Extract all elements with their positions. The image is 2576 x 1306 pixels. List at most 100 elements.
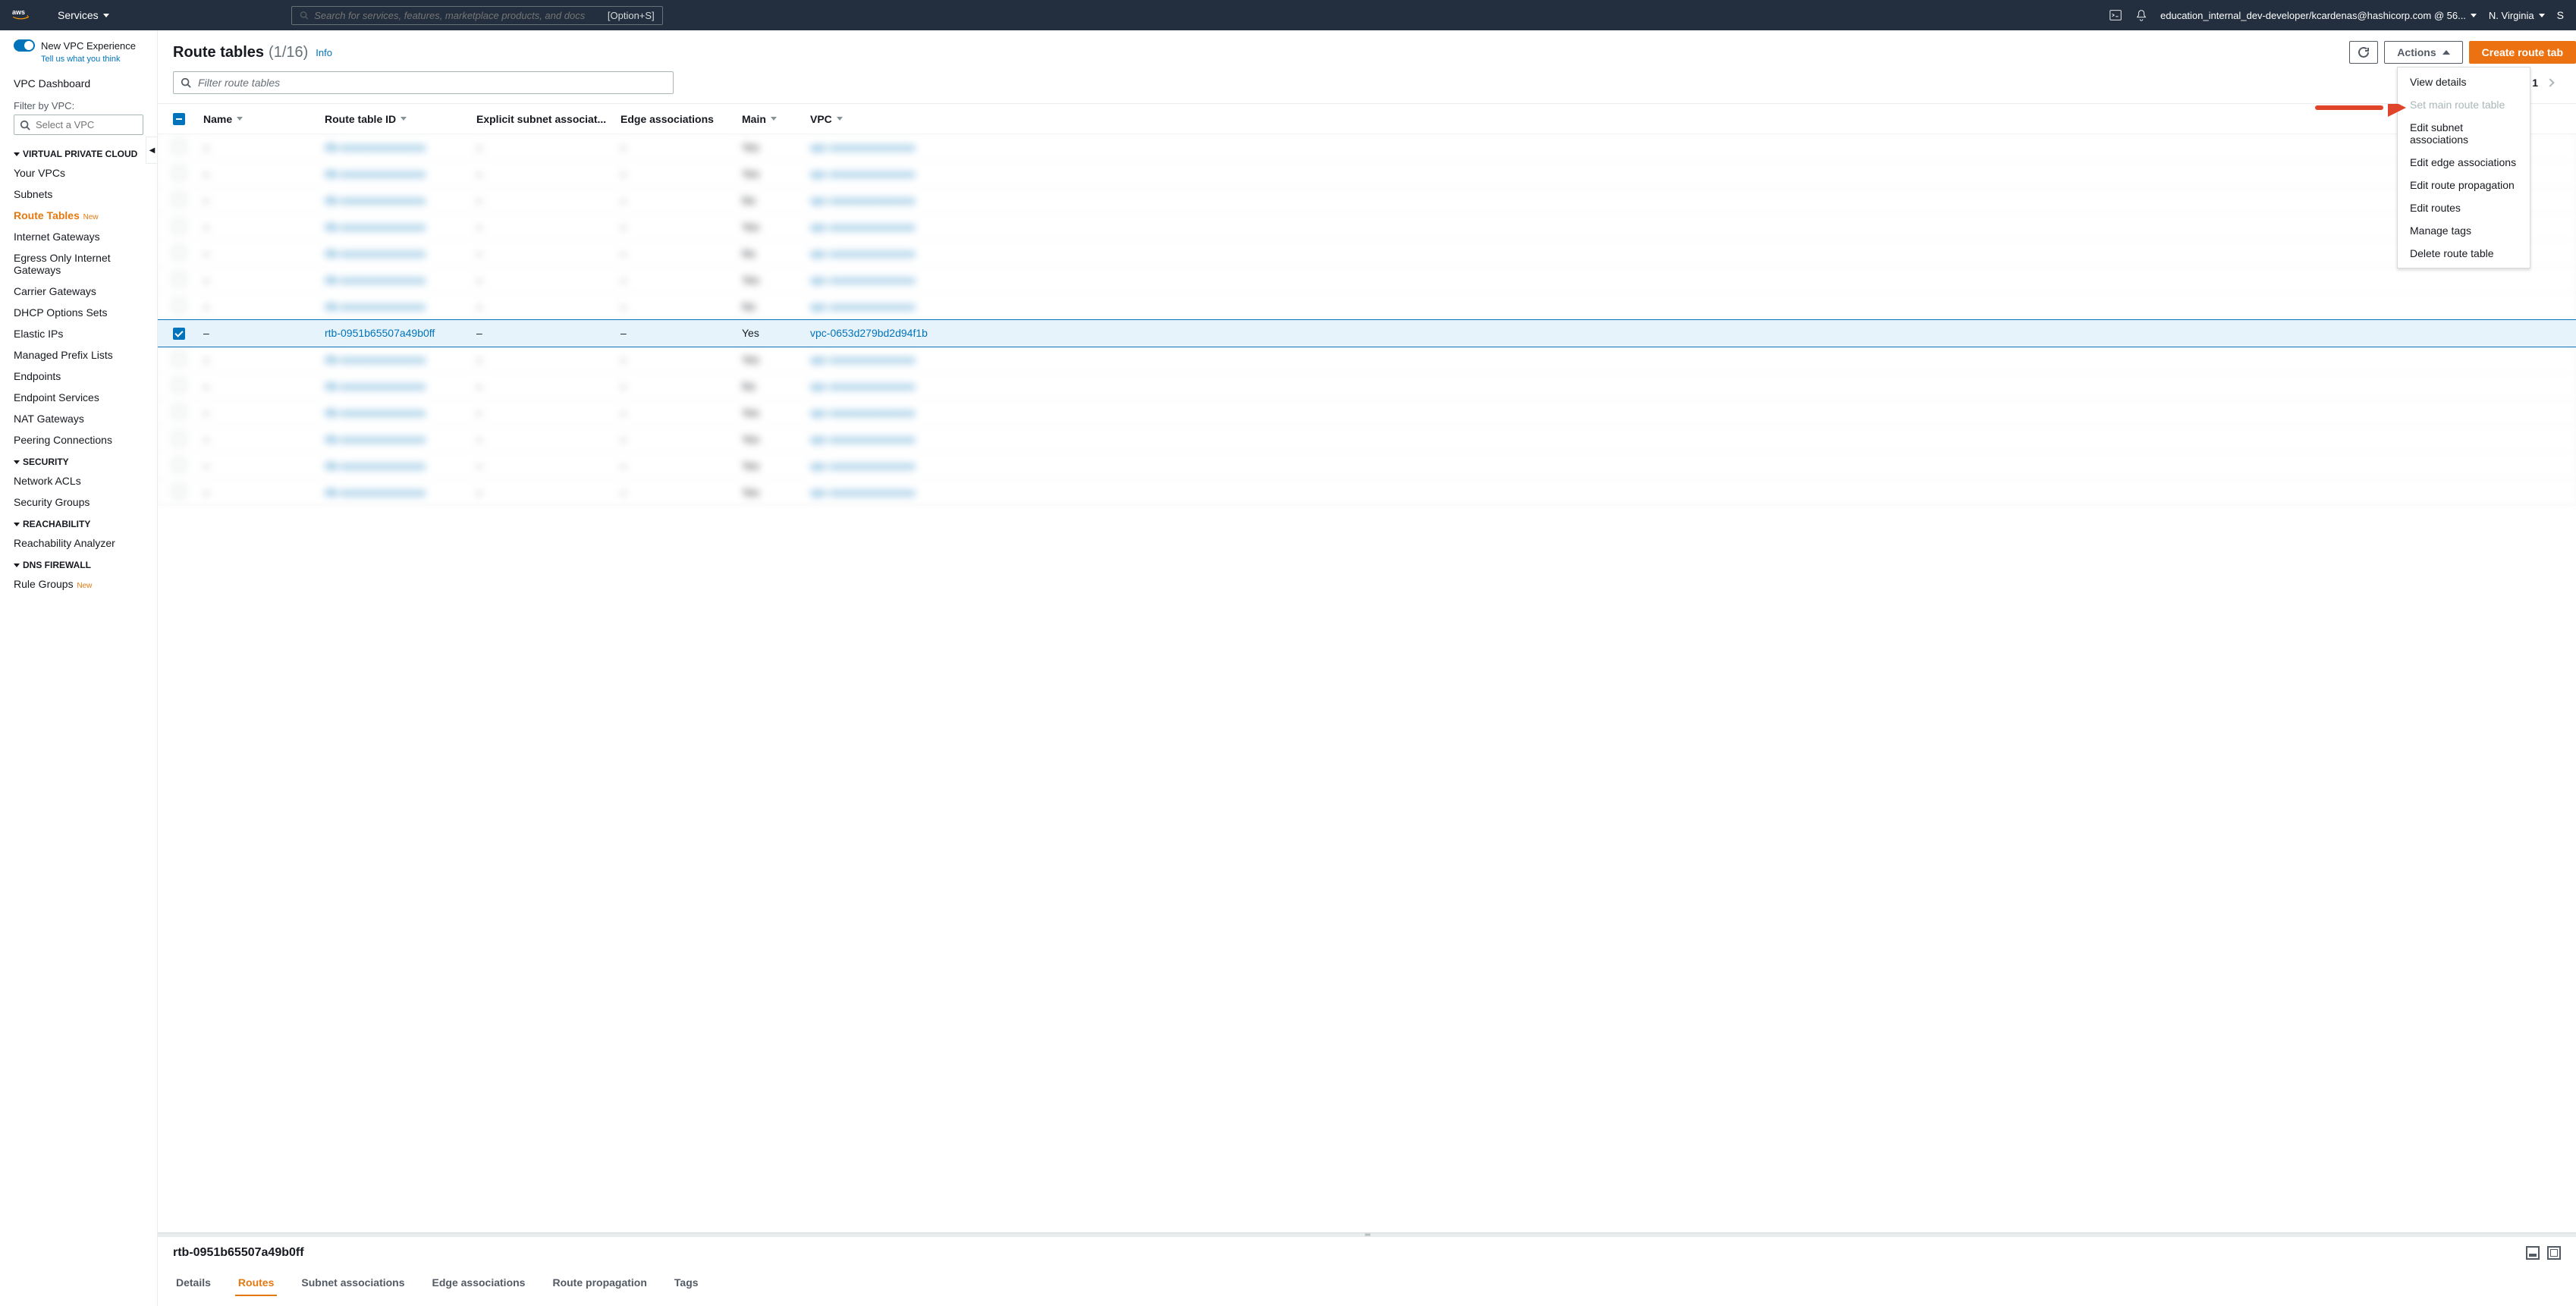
col-main[interactable]: Main [742,113,810,125]
cloudshell-icon[interactable] [2109,8,2122,22]
tab-route-propagation[interactable]: Route propagation [549,1270,649,1295]
sidebar-item-endpoint-services[interactable]: Endpoint Services [0,387,157,408]
tab-edge-associations[interactable]: Edge associations [429,1270,529,1295]
cell-name: – [203,327,325,339]
table-row[interactable]: –rtb-xxxxxxxxxxxxxxxx––Yesvpc-xxxxxxxxxx… [158,400,2576,426]
table-row[interactable]: –rtb-xxxxxxxxxxxxxxxx––Yesvpc-xxxxxxxxxx… [158,267,2576,294]
tab-details[interactable]: Details [173,1270,214,1295]
filter-vpc-label: Filter by VPC: [0,94,157,115]
col-edge-assoc[interactable]: Edge associations [620,113,742,125]
action-edit-route-propagation[interactable]: Edit route propagation [2398,174,2530,196]
global-search[interactable]: [Option+S] [291,6,663,25]
vpc-filter-input[interactable] [14,115,143,135]
page-number: 1 [2532,77,2538,89]
maximize-panel-button[interactable] [2547,1246,2561,1260]
sidebar-item-internet-gateways[interactable]: Internet Gateways [0,226,157,247]
info-link[interactable]: Info [316,47,332,58]
global-header: aws Services [Option+S] education_intern… [0,0,2576,30]
action-edit-routes[interactable]: Edit routes [2398,196,2530,219]
tab-tags[interactable]: Tags [671,1270,702,1295]
sidebar-item-carrier-gateways[interactable]: Carrier Gateways [0,281,157,302]
sidebar-item-dashboard[interactable]: VPC Dashboard [0,73,157,94]
sidebar-item-dhcp[interactable]: DHCP Options Sets [0,302,157,323]
action-edit-subnet-assoc[interactable]: Edit subnet associations [2398,116,2530,151]
minimize-panel-button[interactable] [2526,1246,2540,1260]
create-route-table-button[interactable]: Create route tab [2469,41,2576,64]
feedback-link[interactable]: Tell us what you think [0,55,157,73]
next-page-button[interactable] [2546,78,2554,86]
sidebar-item-egress-gateways[interactable]: Egress Only Internet Gateways [0,247,157,281]
tab-subnet-associations[interactable]: Subnet associations [298,1270,407,1295]
table-row-selected[interactable]: – rtb-0951b65507a49b0ff – – Yes vpc-0653… [158,320,2576,347]
search-icon [300,10,309,20]
sidebar-item-route-tables[interactable]: Route Tables New [0,205,157,226]
sidebar-item-your-vpcs[interactable]: Your VPCs [0,162,157,184]
table-row[interactable]: –rtb-xxxxxxxxxxxxxxxx––Yesvpc-xxxxxxxxxx… [158,134,2576,161]
caret-down-icon [2471,14,2477,17]
new-badge: New [75,582,93,590]
sidebar-item-network-acls[interactable]: Network ACLs [0,470,157,491]
sort-icon [837,117,843,121]
tab-routes[interactable]: Routes [235,1270,277,1296]
sidebar-section-dns[interactable]: DNS FIREWALL [0,554,157,573]
refresh-button[interactable] [2349,41,2378,64]
caret-down-icon [14,152,20,156]
new-experience-toggle[interactable] [14,39,35,52]
table-row[interactable]: –rtb-xxxxxxxxxxxxxxxx––Novpc-xxxxxxxxxxx… [158,187,2576,214]
sidebar-section-security[interactable]: SECURITY [0,451,157,470]
col-explicit-subnet[interactable]: Explicit subnet associat... [476,113,620,125]
sidebar-item-endpoints[interactable]: Endpoints [0,366,157,387]
new-badge: New [81,213,99,221]
table-row[interactable]: –rtb-xxxxxxxxxxxxxxxx––Yesvpc-xxxxxxxxxx… [158,347,2576,373]
services-menu[interactable]: Services [58,9,109,21]
table-row[interactable]: –rtb-xxxxxxxxxxxxxxxx––Yesvpc-xxxxxxxxxx… [158,214,2576,240]
region-label: N. Virginia [2489,10,2534,21]
sidebar-section-vpc[interactable]: VIRTUAL PRIVATE CLOUD [0,143,157,162]
table-row[interactable]: –rtb-xxxxxxxxxxxxxxxx––Yesvpc-xxxxxxxxxx… [158,426,2576,453]
caret-down-icon [14,564,20,567]
table-row[interactable]: –rtb-xxxxxxxxxxxxxxxx––Novpc-xxxxxxxxxxx… [158,294,2576,320]
row-checkbox[interactable] [173,328,185,340]
main-content: Route tables (1/16) Info Actions Create … [158,30,2576,1306]
sidebar-item-prefix-lists[interactable]: Managed Prefix Lists [0,344,157,366]
search-icon [181,77,191,88]
table-row[interactable]: –rtb-xxxxxxxxxxxxxxxx––Yesvpc-xxxxxxxxxx… [158,161,2576,187]
table-row[interactable]: –rtb-xxxxxxxxxxxxxxxx––Yesvpc-xxxxxxxxxx… [158,479,2576,506]
cell-route-table-id[interactable]: rtb-0951b65507a49b0ff [325,327,476,339]
sidebar-item-peering[interactable]: Peering Connections [0,429,157,451]
sidebar-item-reachability-analyzer[interactable]: Reachability Analyzer [0,532,157,554]
sidebar-item-elastic-ips[interactable]: Elastic IPs [0,323,157,344]
actions-button[interactable]: Actions [2384,41,2462,64]
notifications-icon[interactable] [2135,8,2148,22]
action-manage-tags[interactable]: Manage tags [2398,219,2530,242]
region-selector[interactable]: N. Virginia [2489,10,2545,21]
detail-panel: rtb-0951b65507a49b0ff Details Routes Sub… [158,1237,2576,1306]
sort-icon [401,117,407,121]
sidebar-item-subnets[interactable]: Subnets [0,184,157,205]
select-all-checkbox[interactable] [173,113,185,125]
aws-logo[interactable]: aws [12,7,39,24]
col-name[interactable]: Name [203,113,325,125]
sidebar-item-rule-groups[interactable]: Rule Groups New [0,573,157,595]
refresh-icon [2358,46,2370,58]
support-menu[interactable]: S [2557,9,2564,21]
sidebar-item-security-groups[interactable]: Security Groups [0,491,157,513]
global-search-input[interactable] [314,10,608,21]
sidebar-item-nat-gateways[interactable]: NAT Gateways [0,408,157,429]
detail-tabs: Details Routes Subnet associations Edge … [173,1270,2561,1297]
account-menu[interactable]: education_internal_dev-developer/kcarden… [2160,10,2477,21]
action-delete[interactable]: Delete route table [2398,242,2530,265]
table-row[interactable]: –rtb-xxxxxxxxxxxxxxxx––Yesvpc-xxxxxxxxxx… [158,453,2576,479]
sidebar-collapse-button[interactable]: ◀ [146,137,158,164]
table-row[interactable]: –rtb-xxxxxxxxxxxxxxxx––Novpc-xxxxxxxxxxx… [158,373,2576,400]
table-row[interactable]: –rtb-xxxxxxxxxxxxxxxx––Novpc-xxxxxxxxxxx… [158,240,2576,267]
table-filter-input[interactable] [173,71,674,94]
col-vpc[interactable]: VPC [810,113,992,125]
sidebar-section-reachability[interactable]: REACHABILITY [0,513,157,532]
action-edit-edge-assoc[interactable]: Edit edge associations [2398,151,2530,174]
detail-title: rtb-0951b65507a49b0ff [173,1246,304,1260]
search-icon [20,120,30,130]
action-view-details[interactable]: View details [2398,71,2530,93]
cell-vpc[interactable]: vpc-0653d279bd2d94f1b [810,327,992,339]
col-route-table-id[interactable]: Route table ID [325,113,476,125]
